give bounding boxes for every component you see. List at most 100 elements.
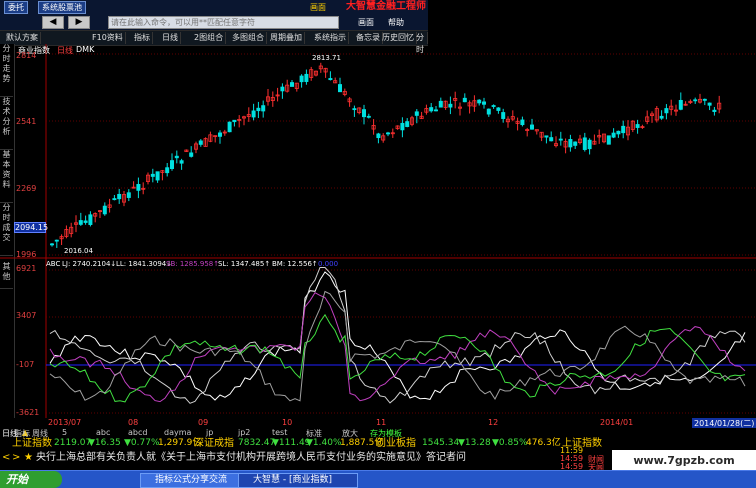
y-tick-sub-0: 6921 <box>16 264 37 273</box>
news-next-icon[interactable]: > <box>12 451 20 465</box>
news-star-icon: ★ <box>24 452 33 463</box>
cy-index-change: ▼13.28 <box>458 438 491 448</box>
start-button[interactable]: 开始 <box>0 471 62 488</box>
news-prev-icon[interactable]: < <box>2 451 10 465</box>
candle-body <box>280 86 285 92</box>
tab-abcd[interactable]: abcd <box>128 428 147 437</box>
time-axis: 2013/07 08 09 10 11 12 2014/01 2014/01/2… <box>0 418 756 429</box>
sz-index-name[interactable]: 深证成指 <box>194 437 234 450</box>
candle-body <box>179 160 184 164</box>
candle-body <box>50 243 55 246</box>
forward-icon[interactable]: ▶ <box>68 16 90 29</box>
candle-body <box>659 115 664 119</box>
news-headline[interactable]: 央行上海总部有关负责人就《关于上海市支付机构开展跨境人民币支付业务的实施意见》答… <box>36 451 466 465</box>
candle-body <box>462 97 467 103</box>
command-input[interactable] <box>108 16 339 29</box>
candle-body <box>304 73 309 82</box>
sh-index-name[interactable]: 上证指数 <box>12 437 52 450</box>
candle-body <box>438 100 443 108</box>
high-label: 2813.71 <box>312 54 341 62</box>
tool-daily[interactable]: 日线 <box>160 32 181 44</box>
tab-abc[interactable]: abc <box>96 428 110 437</box>
candle-body <box>189 152 194 157</box>
candle-body <box>117 193 122 200</box>
y-tick-sub-3: -3621 <box>16 408 40 417</box>
cy-index-name[interactable]: 创业板指 <box>376 437 416 450</box>
candle-body <box>606 135 611 145</box>
legend-zero: 0.000 <box>318 260 339 268</box>
tab-5[interactable]: 5 <box>62 428 67 437</box>
legend-bm: BM: 12.556↑ <box>272 260 318 268</box>
main-chart-period: 日线 <box>57 46 73 55</box>
candle-body <box>165 167 170 174</box>
menu-screen[interactable]: 画面 <box>310 2 326 13</box>
tool-memo[interactable]: 备忘录 <box>354 32 383 44</box>
candle-body <box>256 107 261 112</box>
tool-indicator[interactable]: 指标 <box>132 32 153 44</box>
y-tick-sub-1: 3407 <box>16 311 37 320</box>
candle-body <box>78 220 83 225</box>
tool-intraday[interactable]: 分时 <box>414 32 428 54</box>
low-label: 2016.04 <box>64 247 93 255</box>
tool-2-charts[interactable]: 2图组合 <box>192 32 227 44</box>
y-tick-main-2: 2269 <box>16 184 37 193</box>
candle-body <box>83 220 88 223</box>
candle-body <box>126 192 131 198</box>
chart-canvas[interactable] <box>0 44 756 418</box>
tool-history[interactable]: 历史回忆 <box>380 32 417 44</box>
tab-test[interactable]: test <box>272 428 287 437</box>
candle-body <box>150 173 155 177</box>
candle-body <box>385 132 390 135</box>
tool-default-scheme[interactable]: 默认方案 <box>4 32 41 44</box>
legend-sl: SL: 1347.485↑ <box>218 260 271 268</box>
candle-body <box>530 124 535 130</box>
y-tick-main-3: 1996 <box>16 250 37 259</box>
tab-jp[interactable]: jp <box>206 428 213 437</box>
candle-body <box>198 140 203 145</box>
candle-body <box>573 141 578 146</box>
candle-body <box>702 98 707 101</box>
sz-index-value: 7832.47 <box>238 438 276 448</box>
menu-help[interactable]: 帮助 <box>388 17 404 28</box>
candle-body <box>433 109 438 112</box>
time-label-3: 10 <box>282 418 293 427</box>
oscillator-line <box>49 290 746 402</box>
tool-f10[interactable]: F10资料 <box>90 32 126 44</box>
legend-sb: SB: 1285.958↑ <box>166 260 220 268</box>
candle-body <box>328 78 333 81</box>
tab-jp2[interactable]: jp2 <box>238 428 250 437</box>
tool-system-signal[interactable]: 系统指示 <box>312 32 349 44</box>
tool-multi-charts[interactable]: 多图组合 <box>230 32 267 44</box>
menu-screen[interactable]: 画面 <box>358 17 374 28</box>
back-icon[interactable]: ◀ <box>42 16 64 29</box>
candle-body <box>136 184 141 191</box>
candle-body <box>376 133 381 139</box>
candle-body <box>352 108 357 111</box>
candle-body <box>169 160 174 169</box>
candle-body <box>261 105 266 112</box>
tool-overlay[interactable]: 周期叠加 <box>268 32 305 44</box>
tab-dayma[interactable]: dayma <box>164 428 191 437</box>
order-button[interactable]: 委托 <box>4 1 28 14</box>
candle-body <box>174 155 179 159</box>
candle-body <box>366 115 371 118</box>
sh-index-pct: ▼0.77% <box>124 438 160 448</box>
sub-chart-name: ABC <box>46 260 61 268</box>
candle-body <box>611 132 616 138</box>
sz-index-change: ▼111.49 <box>272 438 311 448</box>
candle-body <box>102 205 107 215</box>
candle-body <box>486 108 491 115</box>
candle-body <box>582 137 587 150</box>
news-ticker[interactable]: < > ★ 央行上海总部有关负责人就《关于上海市支付机构开展跨境人民币支付业务的… <box>0 450 560 466</box>
candle-body <box>587 139 592 150</box>
brand-title: 大智慧金融工程师 <box>346 1 426 12</box>
stock-pool-button[interactable]: 系统股票池 <box>38 1 86 14</box>
candle-body <box>496 107 501 111</box>
candle-body <box>289 82 294 87</box>
sh-index-value: 2119.07 <box>54 438 92 448</box>
candle-body <box>558 138 563 141</box>
task-dzh[interactable]: 大智慧 - [商业指数] <box>238 473 358 488</box>
candle-body <box>112 198 117 201</box>
time-label-2: 09 <box>198 418 209 427</box>
task-forum[interactable]: 指标公式分享交流 <box>140 473 250 488</box>
